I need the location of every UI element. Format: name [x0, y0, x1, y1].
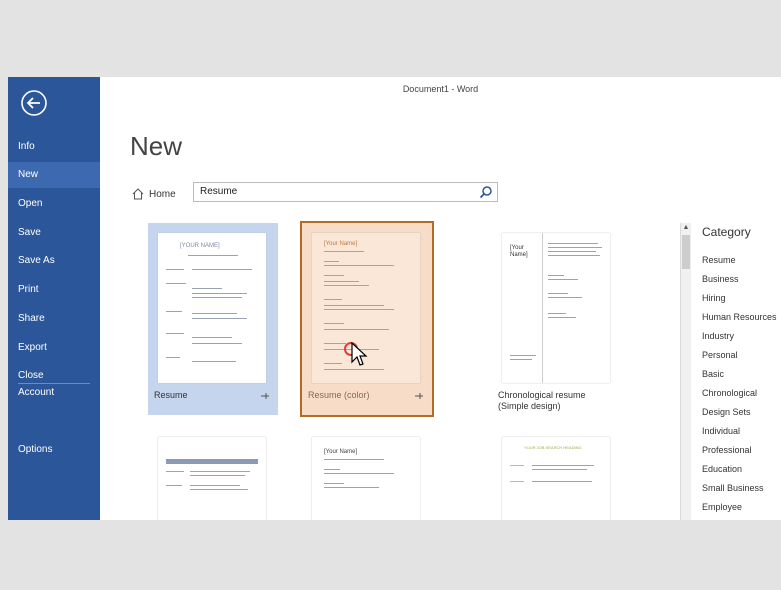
word-window: Info New Open Save Save As Print Share E…: [8, 77, 781, 520]
nav-item-open[interactable]: Open: [8, 191, 100, 217]
thumb-name-text: [YOUR NAME]: [180, 243, 220, 249]
category-item-resume[interactable]: Resume: [702, 255, 736, 265]
category-item-education[interactable]: Education: [702, 464, 742, 474]
template-tile-6[interactable]: YOUR JOB SEARCH HEADING: [492, 427, 622, 520]
category-item-individual[interactable]: Individual: [702, 426, 740, 436]
category-item-chronological[interactable]: Chronological: [702, 388, 757, 398]
template-thumbnail: [158, 437, 266, 520]
category-scrollbar[interactable]: ▲: [680, 223, 691, 520]
search-input[interactable]: Resume: [193, 182, 498, 202]
nav-item-export[interactable]: Export: [8, 335, 100, 361]
backstage-nav: Info New Open Save Save As Print Share E…: [8, 77, 100, 520]
template-tile-4[interactable]: [148, 427, 278, 520]
search-value: Resume: [200, 186, 238, 197]
search-icon[interactable]: [479, 185, 493, 199]
pin-icon[interactable]: [414, 391, 424, 401]
template-thumbnail: YOUR JOB SEARCH HEADING: [502, 437, 610, 520]
template-tile-resume-color[interactable]: [Your Name] Resume (color): [300, 221, 434, 417]
nav-item-account[interactable]: Account: [8, 380, 100, 406]
nav-item-new[interactable]: New: [8, 162, 100, 188]
template-tile-5[interactable]: [Your Name]: [302, 427, 432, 520]
category-item-basic[interactable]: Basic: [702, 369, 724, 379]
template-caption: Resume: [154, 390, 188, 400]
nav-item-print[interactable]: Print: [8, 277, 100, 303]
category-title: Category: [702, 225, 751, 239]
thumb-name-text: YOUR JOB SEARCH HEADING: [524, 445, 582, 450]
mouse-pointer-icon: [351, 342, 368, 366]
home-label: Home: [149, 188, 176, 200]
thumb-name-text: [Your Name]: [324, 241, 358, 247]
home-icon: [132, 188, 144, 200]
window-title: Document1 - Word: [402, 84, 479, 94]
pin-icon[interactable]: [260, 391, 270, 401]
thumb-name-text: [Your Name]: [510, 245, 528, 258]
thumb-name-text: [Your Name]: [324, 449, 358, 455]
category-item-design-sets[interactable]: Design Sets: [702, 407, 751, 417]
category-item-personal[interactable]: Personal: [702, 350, 738, 360]
category-item-employee[interactable]: Employee: [702, 502, 742, 512]
category-item-industry[interactable]: Industry: [702, 331, 734, 341]
nav-item-options[interactable]: Options: [8, 437, 100, 463]
template-thumbnail: [YOUR NAME]: [158, 233, 266, 383]
template-caption: Chronological resume (Simple design): [498, 390, 586, 411]
nav-item-save[interactable]: Save: [8, 220, 100, 246]
scroll-up-icon[interactable]: ▲: [681, 223, 691, 233]
category-item-professional[interactable]: Professional: [702, 445, 752, 455]
template-thumbnail: [Your Name]: [502, 233, 610, 383]
arrow-left-circle-icon[interactable]: [20, 89, 48, 117]
template-tile-resume[interactable]: [YOUR NAME] Resume: [148, 223, 278, 415]
category-item-small-business[interactable]: Small Business: [702, 483, 764, 493]
scroll-thumb[interactable]: [682, 235, 690, 269]
nav-item-share[interactable]: Share: [8, 306, 100, 332]
category-panel: ▲ Category Resume Business Hiring Human …: [680, 223, 781, 520]
category-item-human-resources[interactable]: Human Resources: [702, 312, 777, 322]
home-link[interactable]: Home: [132, 185, 176, 203]
page-title: New: [130, 131, 183, 161]
template-tile-chronological-resume[interactable]: [Your Name] Chronological resume (Simple d…: [492, 223, 622, 415]
nav-item-info[interactable]: Info: [8, 134, 100, 160]
template-caption: Resume (color): [308, 390, 370, 400]
category-item-business[interactable]: Business: [702, 274, 739, 284]
nav-item-save-as[interactable]: Save As: [8, 248, 100, 274]
template-thumbnail: [Your Name]: [312, 437, 420, 520]
category-item-hiring[interactable]: Hiring: [702, 293, 726, 303]
